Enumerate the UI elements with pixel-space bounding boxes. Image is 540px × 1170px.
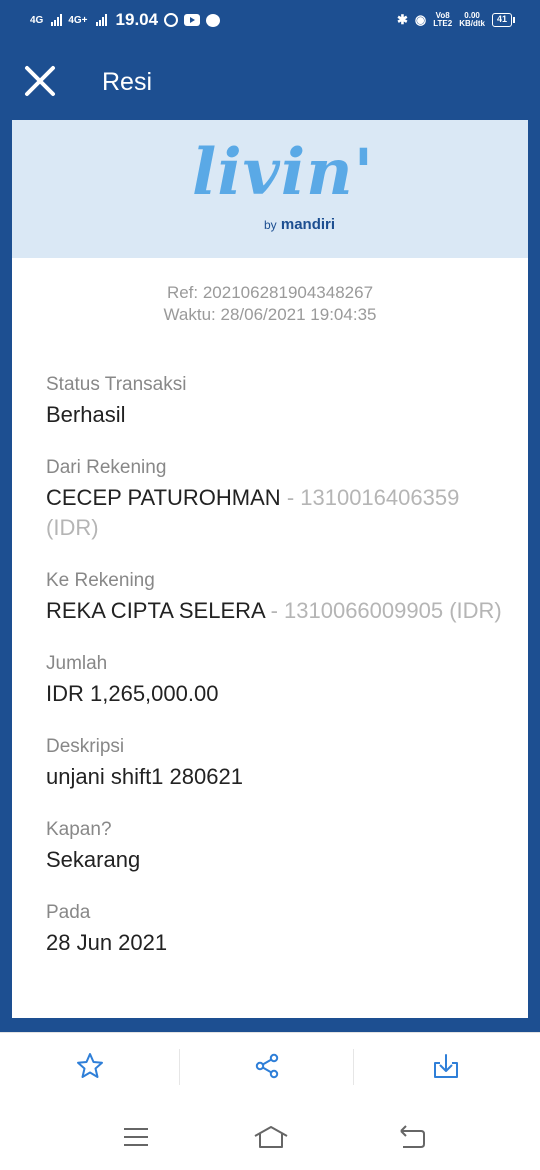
field-date: Pada 28 Jun 2021 [46,901,506,958]
field-description: Deskripsi unjani shift1 280621 [46,735,506,792]
share-icon [255,1053,279,1079]
reference-block: Ref: 202106281904348267 Waktu: 28/06/202… [12,282,528,326]
whatsapp-icon [164,13,179,27]
back-icon [400,1125,425,1148]
home-button[interactable] [253,1124,289,1150]
star-icon [77,1053,103,1078]
signal-icon [95,14,107,26]
back-button[interactable] [397,1124,427,1150]
field-label: Jumlah [46,653,108,674]
field-value: CECEP PATUROHMAN - 1310016406359 (IDR) [46,483,506,543]
receipt-card: livin' by mandiri Ref: 20210628190434826… [12,120,528,1018]
field-status: Status Transaksi Berhasil [46,373,506,430]
field-amount: Jumlah IDR 1,265,000.00 [46,652,506,709]
field-value: unjani shift1 280621 [46,764,243,789]
field-label: Pada [46,902,91,923]
volte-indicator: Vo8 LTE2 [433,11,453,28]
field-value: Berhasil [46,402,126,427]
close-button[interactable] [22,63,58,99]
field-label: Status Transaksi [46,374,187,395]
download-button[interactable] [431,1051,461,1081]
page-title: Resi [102,68,153,96]
recent-apps-button[interactable] [121,1124,151,1150]
favorite-button[interactable] [75,1051,105,1081]
battery-icon: 41 [491,13,516,27]
share-button[interactable] [252,1051,282,1081]
signal-icon [51,14,63,26]
account-number: - 1310066009905 (IDR) [264,598,502,623]
home-icon [254,1126,288,1148]
field-when: Kapan? Sekarang [46,818,506,875]
account-name: REKA CIPTA SELERA [46,598,265,623]
status-bar: 4G 4G+ 19.04 ✱ ◉ Vo8 LTE2 0.00 KB/dtk 41 [0,0,540,44]
transaction-time: Waktu: 28/06/2021 19:04:35 [163,305,377,324]
field-value: IDR 1,265,000.00 [46,681,219,706]
bluetooth-icon: ✱ [396,12,408,27]
menu-icon [124,1128,148,1146]
network-speed: 0.00 KB/dtk [459,11,485,28]
field-label: Ke Rekening [46,570,155,591]
field-value: Sekarang [46,847,141,872]
reference-number: Ref: 202106281904348267 [166,283,374,302]
field-label: Deskripsi [46,736,125,757]
app-bar: Resi [0,44,540,120]
clock: 19.04 [115,10,159,29]
field-label: Dari Rekening [46,457,167,478]
field-from-account: Dari Rekening CECEP PATUROHMAN - 1310016… [46,456,506,543]
message-icon [206,13,221,27]
livin-logo: livin' [192,135,375,210]
download-icon [434,1054,458,1078]
divider [179,1049,180,1085]
youtube-icon [184,14,201,26]
close-icon [25,66,55,96]
action-bar [0,1032,540,1100]
logo-byline: by mandiri [264,216,336,233]
account-name: CECEP PATUROHMAN [46,485,281,510]
alarm-icon: ◉ [414,12,427,27]
network-label-2: 4G+ [68,14,88,26]
field-to-account: Ke Rekening REKA CIPTA SELERA - 13100660… [46,569,506,626]
receipt-header: livin' by mandiri [12,120,528,258]
field-value: REKA CIPTA SELERA - 1310066009905 (IDR) [46,596,506,626]
field-value: 28 Jun 2021 [46,930,168,955]
divider [353,1049,354,1085]
network-label-1: 4G [30,14,44,26]
system-nav-bar [0,1100,540,1170]
receipt-frame: livin' by mandiri Ref: 20210628190434826… [0,120,540,1032]
field-label: Kapan? [46,819,112,840]
